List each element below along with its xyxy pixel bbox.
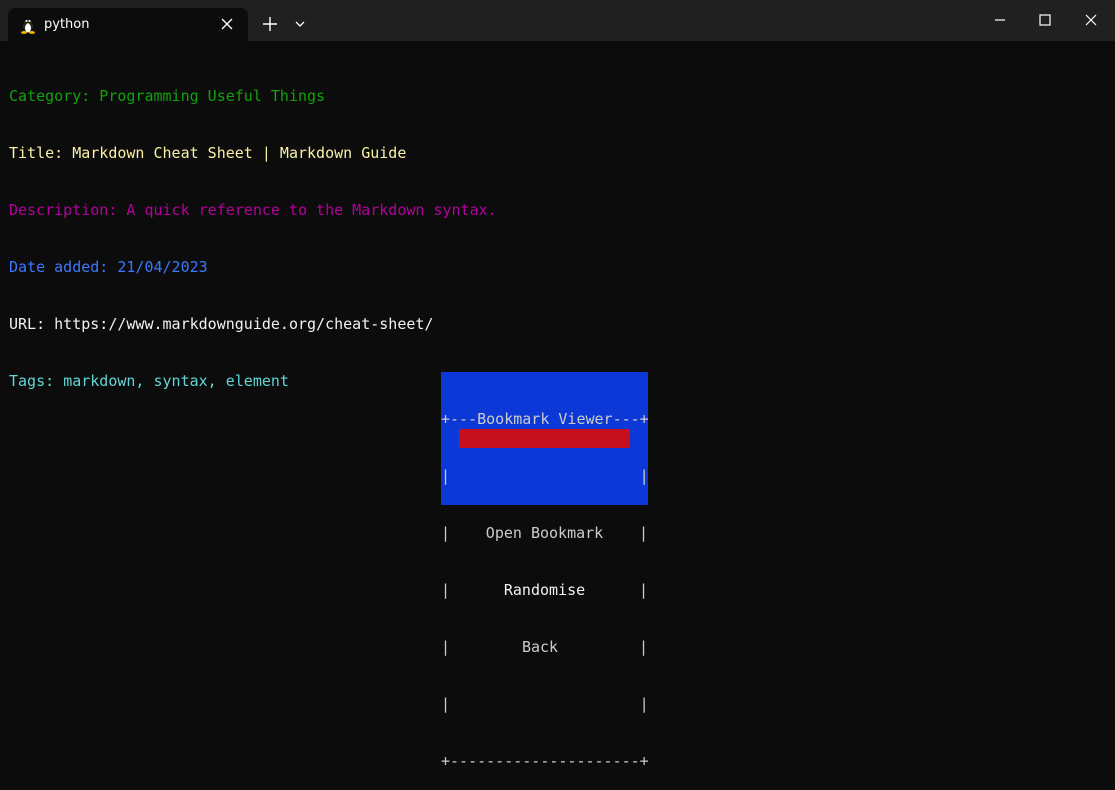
linux-tux-icon [21, 19, 35, 34]
dialog-blank-row: | | [441, 695, 649, 713]
minimize-icon[interactable] [992, 12, 1008, 28]
chevron-down-icon[interactable] [294, 20, 306, 28]
close-tab-icon[interactable] [220, 17, 234, 31]
dialog-row-randomise: | Randomise | [441, 581, 648, 600]
dialog-blank-row: | | [441, 467, 649, 485]
dialog-bottom-border: +---------------------+ [441, 752, 649, 770]
description-line: Description: A quick reference to the Ma… [9, 201, 497, 219]
title-bar: python [0, 0, 1115, 41]
dialog-right-side: | [638, 581, 648, 599]
tags-values: markdown, syntax, element [63, 372, 289, 390]
dialog-row-back: | Back | [441, 638, 648, 657]
url-line: URL: https://www.markdownguide.org/cheat… [9, 315, 434, 333]
dialog-content: +---Bookmark Viewer---+ | | | Open Bookma… [441, 372, 649, 790]
new-tab-icon[interactable] [262, 16, 278, 32]
close-icon[interactable] [1083, 12, 1099, 28]
category-line: Category: Programming Useful Things [9, 87, 326, 105]
maximize-icon[interactable] [1037, 12, 1053, 28]
tab-python[interactable]: python [8, 8, 248, 41]
tab-title: python [44, 17, 90, 32]
date-line: Date added: 21/04/2023 [9, 258, 208, 276]
menu-item-randomise[interactable]: Randomise [459, 581, 630, 600]
title-line: Title: Markdown Cheat Sheet | Markdown G… [9, 144, 407, 162]
dialog-right-side: | [638, 524, 648, 542]
menu-item-open-bookmark[interactable]: Open Bookmark [441, 524, 648, 543]
terminal-output: Category: Programming Useful Things Titl… [9, 49, 497, 410]
dialog-top-border: +---Bookmark Viewer---+ [441, 410, 649, 428]
menu-item-back[interactable]: Back [441, 638, 639, 657]
tags-label: Tags: [9, 372, 55, 390]
tags-line: Tags: markdown, syntax, element [9, 372, 497, 391]
dialog-row-open: | Open Bookmark | [441, 524, 648, 543]
dialog-left-side: | [441, 581, 451, 599]
dialog-right-side: | [638, 638, 648, 656]
